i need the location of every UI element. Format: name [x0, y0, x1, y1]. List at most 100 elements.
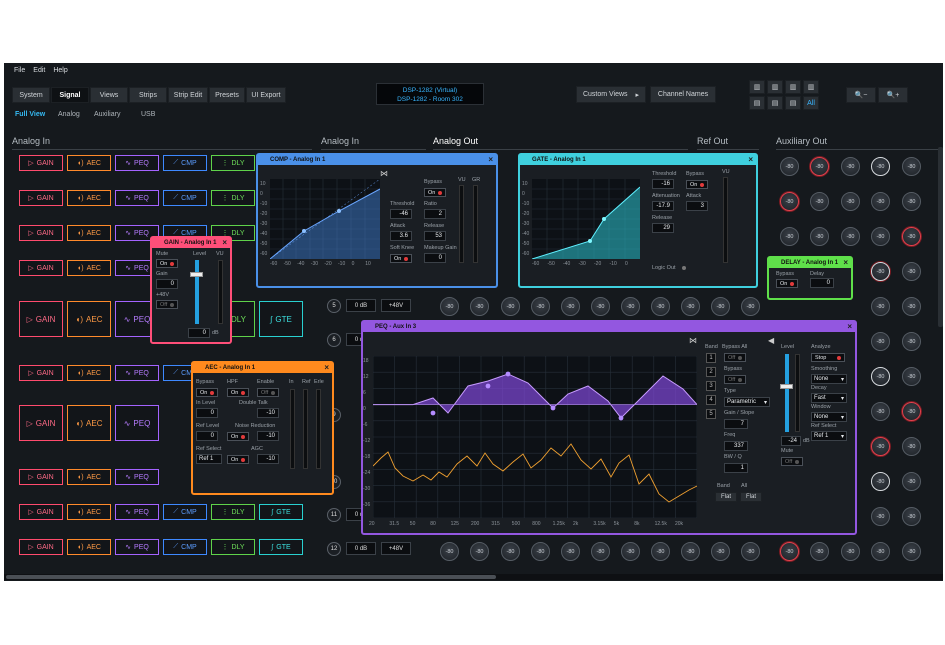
strip-gte-button-4[interactable]: ∫ GTE	[259, 301, 303, 337]
strip-gain-button-0[interactable]: ▷ GAIN	[19, 155, 63, 171]
level-knob[interactable]: -80	[531, 297, 550, 316]
strip-dly-button-9[interactable]: ⋮ DLY	[211, 539, 255, 555]
subtab-usb[interactable]: USB	[141, 111, 155, 118]
tab-system[interactable]: System	[12, 87, 50, 103]
level-knob[interactable]: -80	[871, 367, 890, 386]
layout-3-button[interactable]: ▥	[785, 80, 801, 94]
custom-views-button[interactable]: Custom Views ▸	[576, 86, 646, 103]
level-knob[interactable]: -80	[780, 542, 799, 561]
gate-titlebar[interactable]: GATE - Analog In 1 ×	[520, 155, 756, 165]
level-knob[interactable]: -80	[651, 542, 670, 561]
level-knob[interactable]: -80	[871, 507, 890, 526]
phantom-48v-button[interactable]: +48V	[381, 542, 411, 555]
level-knob[interactable]: -80	[902, 507, 921, 526]
zoom-in-button[interactable]: 🔍+	[878, 87, 908, 103]
level-knob[interactable]: -80	[902, 227, 921, 246]
level-knob[interactable]: -80	[440, 542, 459, 561]
level-knob[interactable]: -80	[501, 542, 520, 561]
strip-cmp-button-0[interactable]: ⟋ CMP	[163, 155, 207, 171]
level-knob[interactable]: -80	[531, 542, 550, 561]
strip-gain-button-6[interactable]: ▷ GAIN	[19, 405, 63, 441]
level-knob[interactable]: -80	[810, 192, 829, 211]
level-knob[interactable]: -80	[621, 297, 640, 316]
gate-threshold-field[interactable]: -16	[652, 179, 674, 189]
level-knob[interactable]: -80	[780, 192, 799, 211]
menu-file[interactable]: File	[14, 67, 25, 74]
level-knob[interactable]: -80	[591, 542, 610, 561]
level-knob[interactable]: -80	[780, 157, 799, 176]
level-knob[interactable]: -80	[902, 367, 921, 386]
level-knob[interactable]: -80	[470, 542, 489, 561]
strip-aec-button-2[interactable]: ◖) AEC	[67, 225, 111, 241]
strip-gain-button-1[interactable]: ▷ GAIN	[19, 190, 63, 206]
strip-aec-button-0[interactable]: ◖) AEC	[67, 155, 111, 171]
level-knob[interactable]: -80	[711, 297, 730, 316]
level-knob[interactable]: -80	[902, 297, 921, 316]
gain-panel[interactable]: GAIN - Analog In 1 × Mute On Gain 0 +48V …	[150, 236, 232, 344]
strip-aec-button-6[interactable]: ◖) AEC	[67, 405, 111, 441]
strip-gain-button-4[interactable]: ▷ GAIN	[19, 301, 63, 337]
comp-curve-graph[interactable]	[270, 179, 380, 259]
level-knob[interactable]: -80	[470, 297, 489, 316]
peq-level-field[interactable]: -24	[781, 436, 801, 446]
gain-fader-handle[interactable]	[190, 272, 203, 277]
aec-enable-toggle[interactable]: Off	[257, 388, 279, 397]
level-knob[interactable]: -80	[651, 297, 670, 316]
comp-panel[interactable]: COMP - Analog In 1 × 10 0 -10 -20 -30 -40 -50 -6…	[256, 153, 498, 288]
vertical-scrollbar[interactable]	[938, 147, 943, 327]
gain-titlebar[interactable]: GAIN - Analog In 1 ×	[152, 238, 230, 248]
peq-refsel-select[interactable]: Ref 1 ▾	[811, 431, 847, 441]
level-knob[interactable]: -80	[902, 437, 921, 456]
peq-bypass-all-toggle[interactable]: Off	[724, 353, 746, 362]
comp-softknee-toggle[interactable]: On	[390, 254, 412, 263]
phantom-48v-button[interactable]: +48V	[381, 299, 411, 312]
strip-peq-button-7[interactable]: ∿ PEQ	[115, 469, 159, 485]
comp-threshold-field[interactable]: -46	[390, 209, 412, 219]
level-knob[interactable]: -80	[841, 157, 860, 176]
peq-fader-handle[interactable]	[780, 384, 793, 389]
gate-release-field[interactable]: 29	[652, 223, 674, 233]
peq-band-4-button[interactable]: 4	[706, 395, 716, 405]
level-knob[interactable]: -80	[902, 402, 921, 421]
comp-attack-field[interactable]: 3.6	[390, 231, 412, 241]
peq-preset-icon[interactable]: ⋈	[689, 336, 697, 345]
horizontal-scrollbar[interactable]	[4, 574, 943, 580]
aec-hpf-toggle[interactable]: On	[227, 388, 249, 397]
comp-titlebar[interactable]: COMP - Analog In 1 ×	[258, 155, 496, 165]
level-knob[interactable]: -80	[501, 297, 520, 316]
level-knob[interactable]: -80	[871, 192, 890, 211]
level-knob[interactable]: -80	[902, 332, 921, 351]
gate-curve-graph[interactable]	[532, 179, 640, 259]
level-knob[interactable]: -80	[871, 227, 890, 246]
level-knob[interactable]: -80	[440, 297, 459, 316]
strip-cmp-button-9[interactable]: ⟋ CMP	[163, 539, 207, 555]
gate-bypass-toggle[interactable]: On	[686, 180, 708, 189]
delay-titlebar[interactable]: DELAY - Analog In 1 ×	[769, 258, 851, 268]
delay-panel[interactable]: DELAY - Analog In 1 × Bypass On Delay 0	[767, 256, 853, 300]
peq-gainslope-field[interactable]: 7	[724, 419, 748, 429]
level-knob[interactable]: -80	[681, 542, 700, 561]
level-knob[interactable]: -80	[591, 297, 610, 316]
aec-refsel-select[interactable]: Ref 1	[196, 454, 222, 464]
subtab-full-view[interactable]: Full View	[15, 111, 45, 118]
channel-names-button[interactable]: Channel Names	[650, 86, 716, 103]
peq-band-1-button[interactable]: 1	[706, 353, 716, 363]
level-knob[interactable]: -80	[810, 542, 829, 561]
tab-ui-export[interactable]: UI Export	[246, 87, 286, 103]
gain-48v-toggle[interactable]: Off	[156, 300, 178, 309]
aec-agc-field[interactable]: -10	[257, 454, 279, 464]
aec-ref-field[interactable]: 0	[196, 431, 218, 441]
peq-bypass-toggle[interactable]: Off	[724, 375, 746, 384]
level-knob[interactable]: -80	[871, 472, 890, 491]
comp-ratio-field[interactable]: 2	[424, 209, 446, 219]
level-knob[interactable]: -80	[871, 297, 890, 316]
zoom-out-button[interactable]: 🔍−	[846, 87, 876, 103]
strip-gte-button-9[interactable]: ∫ GTE	[259, 539, 303, 555]
peq-freq-field[interactable]: 337	[724, 441, 748, 451]
level-knob[interactable]: -80	[871, 157, 890, 176]
level-knob[interactable]: -80	[841, 192, 860, 211]
strip-cmp-button-1[interactable]: ⟋ CMP	[163, 190, 207, 206]
strip-peq-button-5[interactable]: ∿ PEQ	[115, 365, 159, 381]
peq-band-5-button[interactable]: 5	[706, 409, 716, 419]
strip-aec-button-5[interactable]: ◖) AEC	[67, 365, 111, 381]
